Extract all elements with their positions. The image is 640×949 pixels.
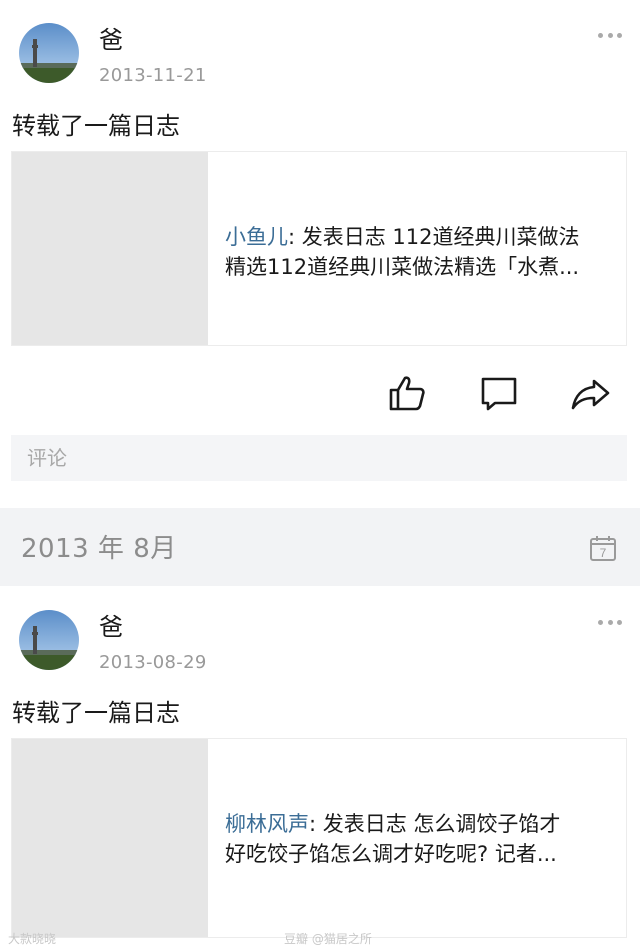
- share-icon[interactable]: [570, 373, 610, 413]
- article-title-line1: : 发表日志 112道经典川菜做法: [288, 225, 580, 249]
- post-action-text: 转载了一篇日志: [12, 112, 180, 140]
- calendar-icon[interactable]: 7: [589, 534, 617, 562]
- watermark-left: 大款晓晓: [8, 932, 57, 946]
- user-name[interactable]: 爸: [99, 607, 123, 642]
- article-title-line2: 精选112道经典川菜做法精选「水煮...: [225, 255, 580, 279]
- thumbs-up-icon[interactable]: [387, 373, 427, 413]
- article-thumbnail: [12, 739, 208, 937]
- month-label: 2013 年 8月: [21, 534, 177, 564]
- article-thumbnail: [12, 152, 208, 345]
- shared-article-card[interactable]: 小鱼儿: 发表日志 112道经典川菜做法 精选112道经典川菜做法精选「水煮..…: [11, 151, 627, 346]
- avatar-image: [19, 23, 79, 83]
- article-summary: 小鱼儿: 发表日志 112道经典川菜做法 精选112道经典川菜做法精选「水煮..…: [225, 222, 616, 282]
- article-title-line1: : 发表日志 怎么调饺子馅才: [309, 812, 561, 836]
- post-date: 2013-11-21: [99, 65, 207, 86]
- comment-icon[interactable]: [479, 373, 519, 413]
- avatar[interactable]: [19, 23, 79, 83]
- post-date: 2013-08-29: [99, 652, 207, 673]
- svg-text:7: 7: [600, 546, 607, 560]
- shared-article-card[interactable]: 柳林风声: 发表日志 怎么调饺子馅才 好吃饺子馅怎么调才好吃呢? 记者...: [11, 738, 627, 938]
- more-icon[interactable]: [598, 618, 622, 626]
- avatar[interactable]: [19, 610, 79, 670]
- comment-input[interactable]: 评论: [11, 435, 627, 481]
- article-summary: 柳林风声: 发表日志 怎么调饺子馅才 好吃饺子馅怎么调才好吃呢? 记者...: [225, 809, 616, 869]
- post-action-text: 转载了一篇日志: [12, 699, 180, 727]
- article-title-line2: 好吃饺子馅怎么调才好吃呢? 记者...: [225, 842, 557, 866]
- avatar-image: [19, 610, 79, 670]
- user-name[interactable]: 爸: [99, 20, 123, 55]
- post-actions: [0, 373, 640, 417]
- watermark-right: 豆瓣 @猫居之所: [284, 932, 372, 946]
- article-author-link[interactable]: 柳林风声: [225, 812, 309, 836]
- article-author-link[interactable]: 小鱼儿: [225, 225, 288, 249]
- month-section-header: 2013 年 8月 7: [0, 508, 640, 586]
- more-icon[interactable]: [598, 31, 622, 39]
